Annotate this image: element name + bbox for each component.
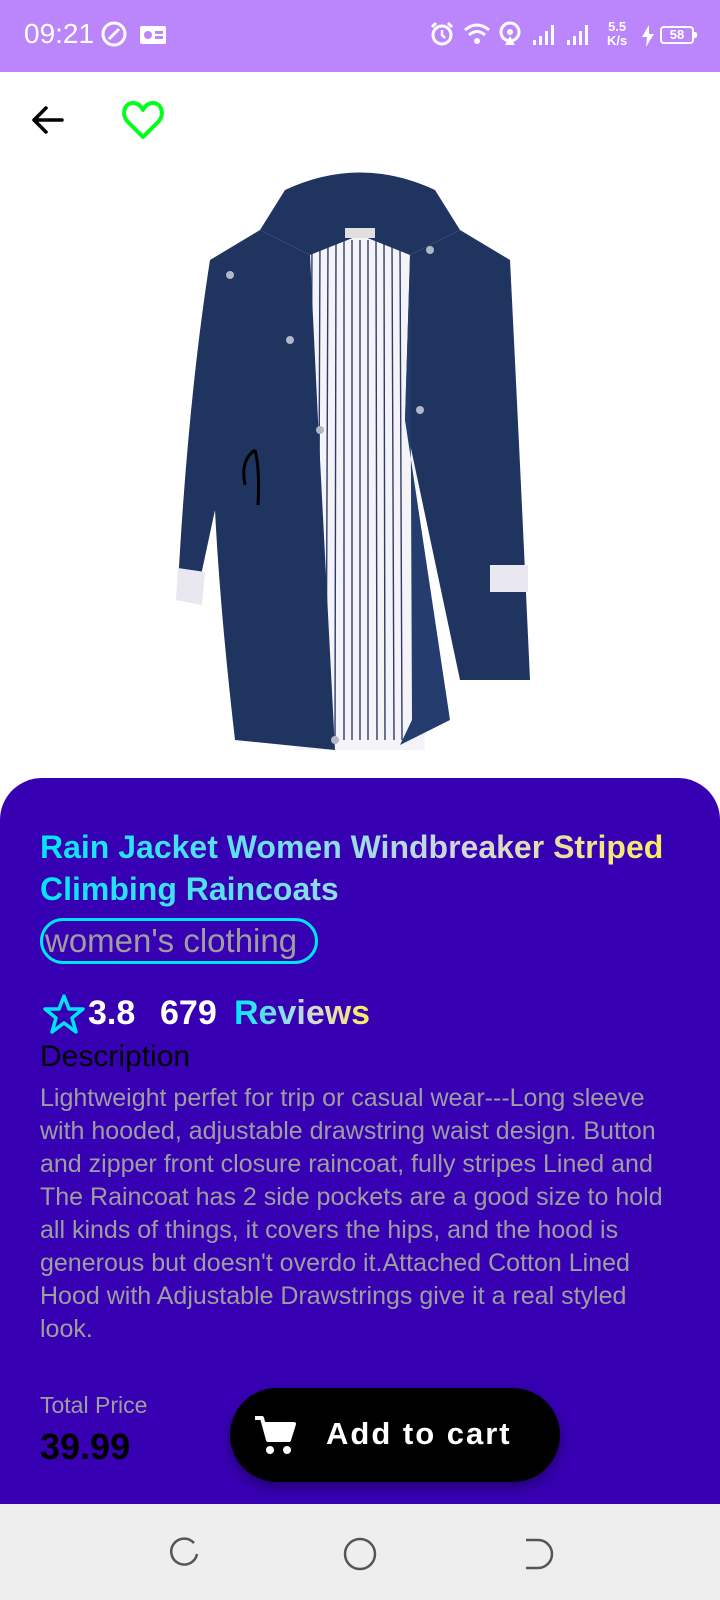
star-outline-icon [43,994,85,1034]
data-saver-icon [101,21,127,47]
charging-icon [642,25,654,47]
category-chip[interactable]: women's clothing [40,918,318,964]
favorite-button[interactable] [120,97,166,143]
system-nav-bar [0,1504,720,1600]
home-icon[interactable] [340,1534,380,1574]
back-button[interactable] [26,98,70,142]
wifi-icon [464,23,490,44]
battery-icon: 58 [660,26,697,44]
status-time: 09:21 [24,18,95,49]
add-to-cart-button[interactable]: Add to cart [230,1388,560,1482]
network-speed-unit: K/s [607,33,628,48]
alarm-icon [430,21,454,46]
hotspot-icon [499,21,521,45]
status-bar: 09:21 5.5 K/s 58 [0,0,720,72]
description-heading: Description [40,1040,191,1073]
description-text: Lightweight perfet for trip or casual we… [40,1084,663,1343]
signal-icon [533,25,554,45]
network-speed-value: 5.5 [608,19,627,34]
network-speed: 5.5 K/s [607,20,627,48]
product-title: Rain Jacket Women Windbreaker Striped Cl… [40,826,680,910]
add-to-cart-label: Add to cart [326,1416,512,1451]
product-image [176,172,530,750]
back-nav-icon[interactable] [516,1534,556,1574]
total-price-label: Total Price [40,1392,148,1418]
radio-icon [140,26,166,44]
total-price-value: 39.99 [40,1426,131,1467]
rating-value: 3.8 [88,994,136,1032]
shopping-cart-icon [255,1416,296,1454]
review-count: 679 [160,994,217,1032]
reviews-link[interactable]: Reviews [234,994,370,1033]
signal-icon [567,25,588,45]
recent-apps-icon[interactable] [164,1534,204,1574]
